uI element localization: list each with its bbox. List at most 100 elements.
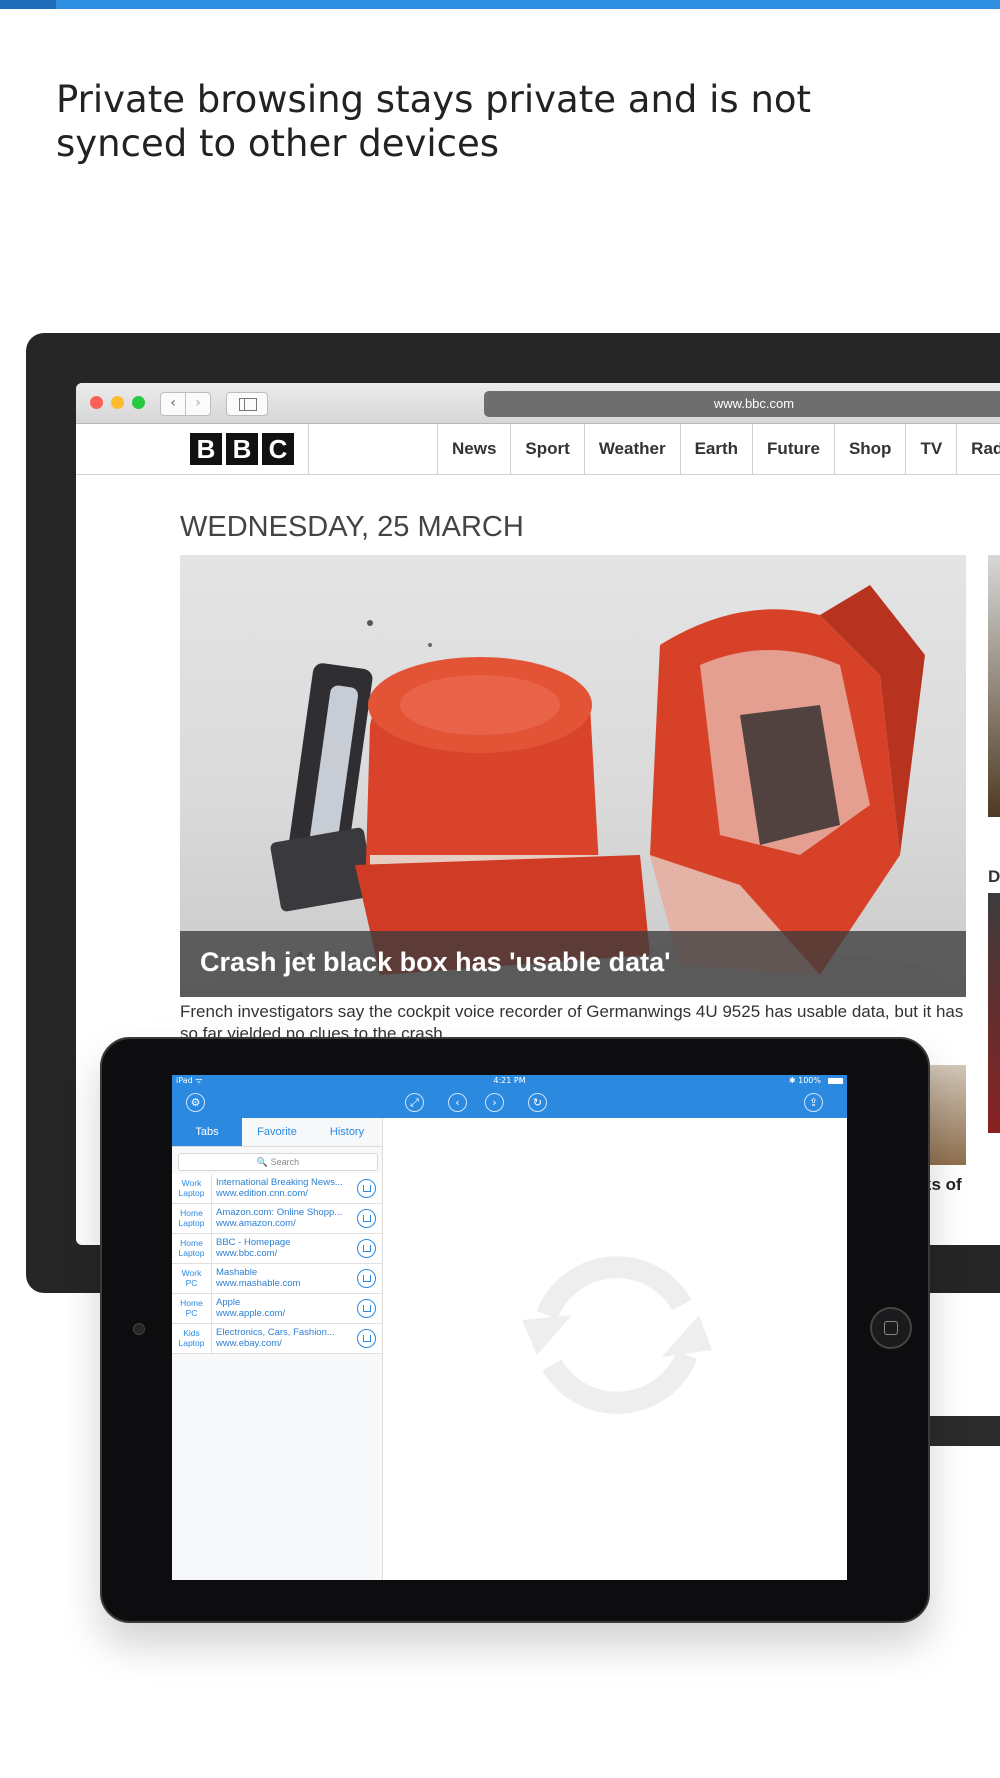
device-owner: Work (181, 1178, 202, 1188)
ios-status-bar: iPad ᯤ 4:21 PM ✱ 100% (172, 1075, 847, 1087)
list-item[interactable]: Work PC Mashable www.mashable.com (172, 1264, 382, 1294)
ipad-screen: iPad ᯤ 4:21 PM ✱ 100% ⚙ ⤢ ‹ › ↻ ⇪ 🔍 Sear… (172, 1075, 847, 1580)
side-story-heading: D (988, 867, 1000, 886)
entry-text[interactable]: Apple www.apple.com/ (216, 1297, 356, 1319)
entry-url: www.apple.com/ (216, 1308, 286, 1319)
nav-news[interactable]: News (437, 424, 510, 474)
device-label: Home Laptop (172, 1234, 212, 1263)
entry-url: www.amazon.com/ (216, 1218, 296, 1229)
entry-text[interactable]: International Breaking News... www.editio… (216, 1177, 356, 1199)
nav-weather[interactable]: Weather (583, 424, 680, 474)
hero-caption[interactable]: Crash jet black box has 'usable data' (180, 931, 966, 997)
open-tab-icon[interactable] (357, 1239, 376, 1258)
open-tab-icon[interactable] (357, 1269, 376, 1288)
bbc-nav: News Sport Weather Earth Future Shop TV … (437, 424, 1000, 474)
open-tab-icon[interactable] (357, 1179, 376, 1198)
list-item[interactable]: Work Laptop International Breaking News..… (172, 1174, 382, 1204)
open-tab-icon[interactable] (357, 1329, 376, 1348)
entry-url: www.bbc.com/ (216, 1248, 278, 1259)
entry-title: Amazon.com: Online Shopp... (216, 1207, 343, 1218)
entry-title: BBC - Homepage (216, 1237, 291, 1248)
share-icon[interactable]: ⇪ (804, 1093, 823, 1112)
entry-text[interactable]: Amazon.com: Online Shopp... www.amazon.co… (216, 1207, 356, 1229)
bbc-logo-letter: B (190, 433, 222, 465)
device-type: PC (185, 1278, 198, 1288)
ipad-home-button[interactable] (870, 1307, 912, 1349)
nav-shop[interactable]: Shop (833, 424, 906, 474)
settings-icon[interactable]: ⚙ (186, 1093, 205, 1112)
tab-favorite[interactable]: Favorite (242, 1118, 312, 1146)
bbc-logo[interactable]: B B C (190, 433, 294, 467)
device-label: Kids Laptop (172, 1324, 212, 1353)
reload-icon[interactable]: ↻ (528, 1093, 547, 1112)
side-story-image[interactable] (988, 555, 1000, 817)
device-owner: Work (181, 1268, 202, 1278)
zoom-window-button[interactable] (132, 396, 145, 409)
entry-text[interactable]: Electronics, Cars, Fashion... www.ebay.co… (216, 1327, 356, 1349)
sync-tabs: Tabs Favorite History (172, 1118, 382, 1147)
entry-text[interactable]: Mashable www.mashable.com (216, 1267, 356, 1289)
open-tab-icon[interactable] (357, 1209, 376, 1228)
forward-arrow-icon[interactable]: › (485, 1093, 504, 1112)
browser-titlebar: ‹ › www.bbc.com (76, 383, 1000, 424)
fullscreen-icon[interactable]: ⤢ (405, 1093, 424, 1112)
nav-future[interactable]: Future (752, 424, 834, 474)
back-arrow-icon[interactable]: ‹ (448, 1093, 467, 1112)
entry-url: www.edition.cnn.com/ (216, 1188, 308, 1199)
page-date: WEDNESDAY, 25 MARCH (180, 511, 524, 543)
back-button[interactable]: ‹ (160, 392, 186, 416)
sync-sidebar: 🔍 Search Work Laptop International Breaki… (172, 1118, 383, 1580)
side-story-image[interactable] (988, 893, 1000, 1133)
entry-text[interactable]: BBC - Homepage www.bbc.com/ (216, 1237, 356, 1259)
tab-history[interactable]: History (312, 1118, 382, 1146)
nav-tv[interactable]: TV (905, 424, 956, 474)
headline: Private browsing stays private and is no… (56, 78, 812, 165)
entry-url: www.ebay.com/ (216, 1338, 282, 1349)
list-item[interactable]: Home PC Apple www.apple.com/ (172, 1294, 382, 1324)
header-divider (308, 424, 309, 474)
top-accent-segment (0, 0, 56, 9)
sidebar-icon (239, 398, 257, 411)
entry-title: Mashable (216, 1267, 258, 1278)
entry-title: Apple (216, 1297, 241, 1308)
bbc-header: B B C News Sport Weather Earth Future Sh… (76, 424, 1000, 475)
nav-earth[interactable]: Earth (679, 424, 752, 474)
status-time: 4:21 PM (493, 1076, 526, 1085)
address-bar[interactable]: www.bbc.com (484, 391, 1000, 417)
device-owner: Home (180, 1238, 203, 1248)
forward-button[interactable]: › (185, 392, 211, 416)
list-item[interactable]: Kids Laptop Electronics, Cars, Fashion...… (172, 1324, 382, 1354)
list-item[interactable]: Home Laptop BBC - Homepage www.bbc.com/ (172, 1234, 382, 1264)
entry-url: www.mashable.com (216, 1278, 301, 1289)
device-label: Home PC (172, 1294, 212, 1323)
sync-icon (522, 1256, 712, 1414)
device-type: Laptop (178, 1248, 205, 1258)
list-item[interactable]: Home Laptop Amazon.com: Online Shopp... ww… (172, 1204, 382, 1234)
app-toolbar: ⚙ ⤢ ‹ › ↻ ⇪ (172, 1087, 847, 1118)
close-window-button[interactable] (90, 396, 103, 409)
hero-headline[interactable]: Crash jet black box has 'usable data' (200, 947, 671, 978)
top-accent-bar (0, 0, 1000, 9)
sidebar-toggle-button[interactable] (226, 392, 268, 416)
device-label: Work PC (172, 1264, 212, 1293)
device-type: Laptop (178, 1338, 205, 1348)
device-label: Work Laptop (172, 1174, 212, 1203)
device-owner: Home (180, 1208, 203, 1218)
device-label: Home Laptop (172, 1204, 212, 1233)
bbc-logo-letter: C (262, 433, 294, 465)
device-type: Laptop (178, 1218, 205, 1228)
entry-title: Electronics, Cars, Fashion... (216, 1327, 335, 1338)
ipad-camera (133, 1323, 145, 1335)
device-type: Laptop (178, 1188, 205, 1198)
search-input[interactable]: 🔍 Search (178, 1153, 378, 1171)
nav-sport[interactable]: Sport (510, 424, 583, 474)
device-owner: Kids (183, 1328, 200, 1338)
tab-tabs[interactable]: Tabs (172, 1118, 242, 1146)
status-battery-text: ✱ 100% (788, 1076, 821, 1085)
open-tab-icon[interactable] (357, 1299, 376, 1318)
synced-tabs-list: Work Laptop International Breaking News..… (172, 1174, 382, 1354)
battery-icon (828, 1078, 843, 1084)
nav-radio[interactable]: Rad (956, 424, 1000, 474)
minimize-window-button[interactable] (111, 396, 124, 409)
entry-title: International Breaking News... (216, 1177, 343, 1188)
